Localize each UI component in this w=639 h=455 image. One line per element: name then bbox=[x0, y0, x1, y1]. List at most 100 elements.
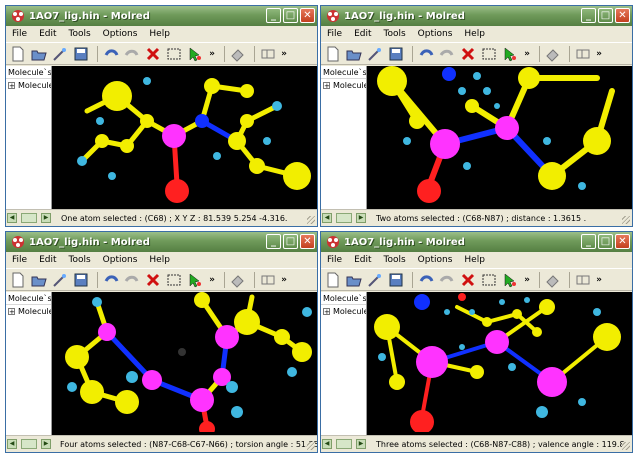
tree-scrollbar[interactable]: ◀ ▶ bbox=[322, 438, 367, 450]
menu-options[interactable]: Options bbox=[97, 29, 144, 39]
title-bar[interactable]: 1AO7_lig.hin - Molred _ □ ✕ bbox=[321, 6, 632, 26]
eraser-icon[interactable] bbox=[229, 271, 247, 289]
box-icon[interactable] bbox=[259, 45, 277, 63]
maximize-button[interactable]: □ bbox=[283, 234, 298, 249]
new-icon[interactable] bbox=[9, 271, 27, 289]
scroll-thumb[interactable] bbox=[21, 439, 37, 449]
menu-edit[interactable]: Edit bbox=[348, 255, 377, 265]
close-button[interactable]: ✕ bbox=[300, 234, 315, 249]
minimize-button[interactable]: _ bbox=[581, 8, 596, 23]
tree-scrollbar[interactable]: ◀ ▶ bbox=[7, 212, 52, 224]
title-bar[interactable]: 1AO7_lig.hin - Molred _ □ ✕ bbox=[6, 6, 317, 26]
expand-icon[interactable]: + bbox=[323, 82, 330, 90]
redo-icon[interactable] bbox=[123, 271, 141, 289]
save-icon[interactable] bbox=[72, 45, 90, 63]
wand-icon[interactable] bbox=[366, 271, 384, 289]
select-rect-icon[interactable] bbox=[480, 45, 498, 63]
minimize-button[interactable]: _ bbox=[581, 234, 596, 249]
menu-options[interactable]: Options bbox=[412, 255, 459, 265]
box-icon[interactable] bbox=[259, 271, 277, 289]
menu-help[interactable]: Help bbox=[458, 255, 491, 265]
tree-node-molecule[interactable]: + Molecule bbox=[321, 305, 366, 316]
menu-tools[interactable]: Tools bbox=[378, 255, 412, 265]
more-icon[interactable]: » bbox=[595, 45, 603, 63]
redo-icon[interactable] bbox=[438, 45, 456, 63]
select-rect-icon[interactable] bbox=[480, 271, 498, 289]
tree-node-molecule[interactable]: + Molecule bbox=[321, 79, 366, 90]
scroll-left-button[interactable]: ◀ bbox=[7, 213, 17, 223]
wand-icon[interactable] bbox=[366, 45, 384, 63]
more-icon[interactable]: » bbox=[207, 271, 217, 289]
scroll-right-button[interactable]: ▶ bbox=[41, 439, 51, 449]
scroll-right-button[interactable]: ▶ bbox=[356, 213, 366, 223]
resize-grip[interactable] bbox=[622, 216, 630, 224]
maximize-button[interactable]: □ bbox=[598, 234, 613, 249]
pointer-icon[interactable] bbox=[501, 45, 519, 63]
wand-icon[interactable] bbox=[51, 271, 69, 289]
minimize-button[interactable]: _ bbox=[266, 234, 281, 249]
box-icon[interactable] bbox=[574, 271, 592, 289]
new-icon[interactable] bbox=[324, 45, 342, 63]
resize-grip[interactable] bbox=[622, 442, 630, 450]
open-icon[interactable] bbox=[345, 271, 363, 289]
menu-file[interactable]: File bbox=[6, 255, 33, 265]
undo-icon[interactable] bbox=[102, 45, 120, 63]
expand-icon[interactable]: + bbox=[8, 82, 15, 90]
menu-edit[interactable]: Edit bbox=[33, 255, 62, 265]
pointer-icon[interactable] bbox=[186, 45, 204, 63]
expand-icon[interactable]: + bbox=[323, 308, 330, 316]
open-icon[interactable] bbox=[30, 271, 48, 289]
menu-options[interactable]: Options bbox=[97, 255, 144, 265]
menu-tools[interactable]: Tools bbox=[63, 255, 97, 265]
scroll-thumb[interactable] bbox=[336, 439, 352, 449]
redo-icon[interactable] bbox=[438, 271, 456, 289]
close-button[interactable]: ✕ bbox=[300, 8, 315, 23]
close-button[interactable]: ✕ bbox=[615, 8, 630, 23]
save-icon[interactable] bbox=[72, 271, 90, 289]
maximize-button[interactable]: □ bbox=[283, 8, 298, 23]
undo-icon[interactable] bbox=[102, 271, 120, 289]
menu-file[interactable]: File bbox=[6, 29, 33, 39]
resize-grip[interactable] bbox=[307, 216, 315, 224]
more-icon[interactable]: » bbox=[595, 271, 603, 289]
save-icon[interactable] bbox=[387, 45, 405, 63]
open-icon[interactable] bbox=[345, 45, 363, 63]
molecule-viewport[interactable] bbox=[52, 66, 317, 210]
molecule-viewport[interactable] bbox=[367, 66, 632, 210]
title-bar[interactable]: 1AO7_lig.hin - Molred _ □ ✕ bbox=[6, 232, 317, 252]
molecule-tree[interactable]: Molecule`s t + Molecule bbox=[321, 66, 367, 210]
scroll-left-button[interactable]: ◀ bbox=[7, 439, 17, 449]
pointer-icon[interactable] bbox=[186, 271, 204, 289]
resize-grip[interactable] bbox=[307, 442, 315, 450]
scroll-right-button[interactable]: ▶ bbox=[356, 439, 366, 449]
menu-tools[interactable]: Tools bbox=[63, 29, 97, 39]
menu-tools[interactable]: Tools bbox=[378, 29, 412, 39]
tree-scrollbar[interactable]: ◀ ▶ bbox=[7, 438, 51, 450]
scroll-left-button[interactable]: ◀ bbox=[322, 213, 332, 223]
more-icon[interactable]: » bbox=[522, 45, 532, 63]
eraser-icon[interactable] bbox=[544, 45, 562, 63]
title-bar[interactable]: 1AO7_lig.hin - Molred _ □ ✕ bbox=[321, 232, 632, 252]
menu-file[interactable]: File bbox=[321, 255, 348, 265]
molecule-viewport[interactable] bbox=[367, 292, 632, 436]
expand-icon[interactable]: + bbox=[8, 308, 15, 316]
delete-icon[interactable] bbox=[459, 271, 477, 289]
eraser-icon[interactable] bbox=[544, 271, 562, 289]
molecule-tree[interactable]: Molecule`s t + Molecule bbox=[321, 292, 367, 436]
more-icon[interactable]: » bbox=[280, 271, 288, 289]
menu-edit[interactable]: Edit bbox=[33, 29, 62, 39]
scroll-thumb[interactable] bbox=[336, 213, 352, 223]
more-icon[interactable]: » bbox=[207, 45, 217, 63]
scroll-thumb[interactable] bbox=[21, 213, 37, 223]
scroll-right-button[interactable]: ▶ bbox=[41, 213, 51, 223]
more-icon[interactable]: » bbox=[522, 271, 532, 289]
undo-icon[interactable] bbox=[417, 45, 435, 63]
maximize-button[interactable]: □ bbox=[598, 8, 613, 23]
molecule-viewport[interactable] bbox=[52, 292, 317, 436]
molecule-tree[interactable]: Molecule`s t + Molecule bbox=[6, 66, 52, 210]
select-rect-icon[interactable] bbox=[165, 271, 183, 289]
close-button[interactable]: ✕ bbox=[615, 234, 630, 249]
tree-scrollbar[interactable]: ◀ ▶ bbox=[322, 212, 367, 224]
menu-options[interactable]: Options bbox=[412, 29, 459, 39]
delete-icon[interactable] bbox=[459, 45, 477, 63]
